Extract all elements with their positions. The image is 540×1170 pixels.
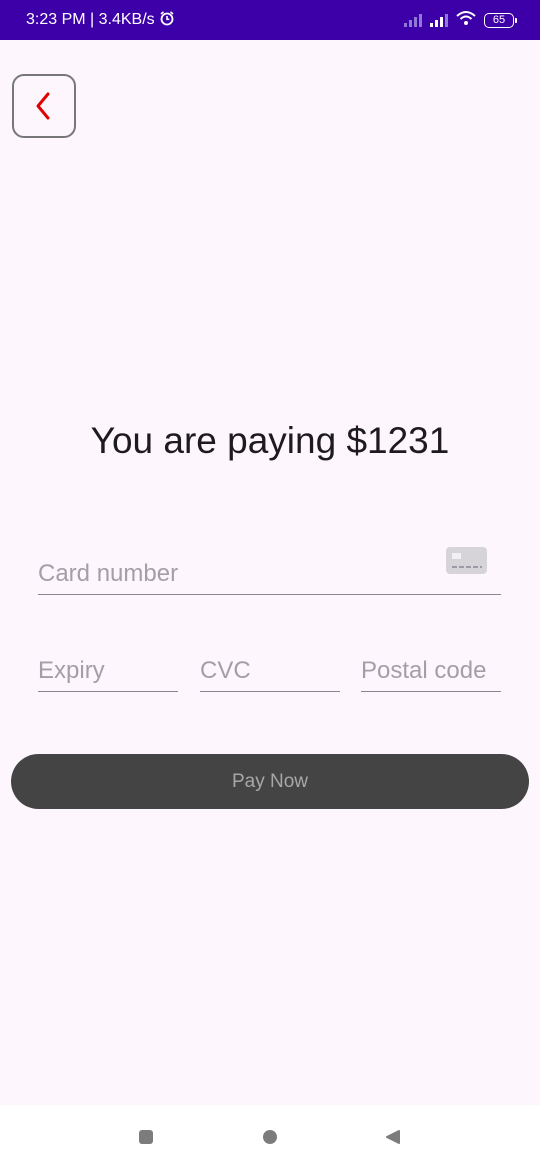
alarm-icon [159,10,175,31]
status-right: 65 [404,10,517,31]
payment-amount-title: You are paying $1231 [90,420,450,461]
cvc-input[interactable]: CVC [200,640,340,692]
battery-level: 65 [492,13,506,26]
pay-now-label: Pay Now [231,770,309,792]
signal-icon [430,13,448,27]
battery-icon: 65 [484,12,517,28]
cvc-placeholder: CVC [200,657,251,684]
expiry-input[interactable]: Expiry [38,640,178,692]
navigation-bar [0,1105,540,1170]
card-number-input[interactable]: Card number [38,540,501,595]
chevron-left-icon [36,92,50,120]
status-bar: 3:23 PM | 3.4KB/s 65 [0,0,540,40]
postal-code-placeholder: Postal code [361,657,487,684]
credit-card-icon [446,547,487,574]
recents-icon[interactable] [139,1130,153,1144]
back-icon[interactable] [385,1130,401,1144]
postal-code-input[interactable]: Postal code [361,640,501,692]
wifi-icon [456,10,476,31]
status-time-speed: 3:23 PM | 3.4KB/s [26,11,155,28]
back-button[interactable] [12,74,76,138]
status-left: 3:23 PM | 3.4KB/s [26,10,175,31]
signal-icon [404,13,422,27]
expiry-placeholder: Expiry [38,657,105,684]
card-number-placeholder: Card number [38,560,179,587]
home-icon[interactable] [263,1130,277,1144]
pay-now-button[interactable]: Pay Now [11,754,529,809]
